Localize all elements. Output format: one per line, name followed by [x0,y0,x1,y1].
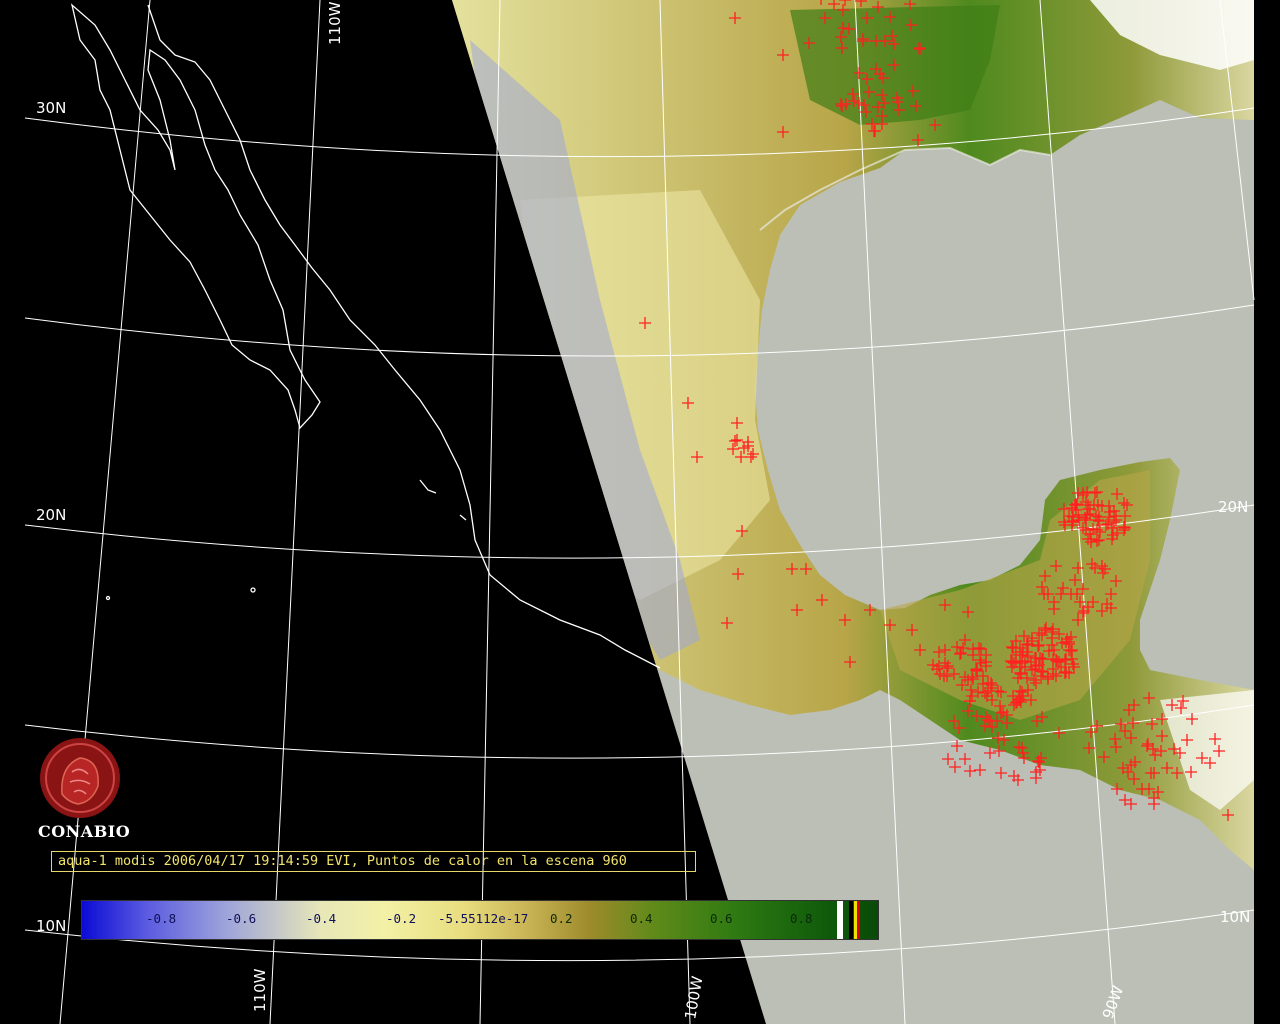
lat-label-30n: 30N [36,99,66,117]
colorbar-tick: 0.2 [550,911,573,926]
lon-label-110w: 110W [251,968,269,1012]
lon-label-110w-top: 110W [326,1,344,45]
map-caption: aqua-1 modis 2006/04/17 19:14:59 EVI, Pu… [58,853,627,869]
colorbar-tick: -0.8 [146,911,177,926]
colorbar-tick: -0.4 [306,911,337,926]
logo-text: CONABIO [38,822,131,841]
swatch-black [849,901,853,939]
colorbar-tick: -0.2 [386,911,417,926]
swatch-red [857,901,860,939]
lat-label-20n: 20N [36,506,66,524]
colorbar-tick: 0.4 [630,911,653,926]
lat-label-20n-east: 20N [1218,498,1248,516]
colorbar-tick: 0.6 [710,911,733,926]
lat-label-10n: 10N [36,917,66,935]
swatch-white [837,901,843,939]
colorbar-tick: 0.8 [790,911,813,926]
lat-label-10n-east: 10N [1220,908,1250,926]
colorbar-tick: -0.6 [226,911,257,926]
conabio-logo [40,738,120,818]
colorbar-tick: -5.55112e-17 [438,911,529,926]
